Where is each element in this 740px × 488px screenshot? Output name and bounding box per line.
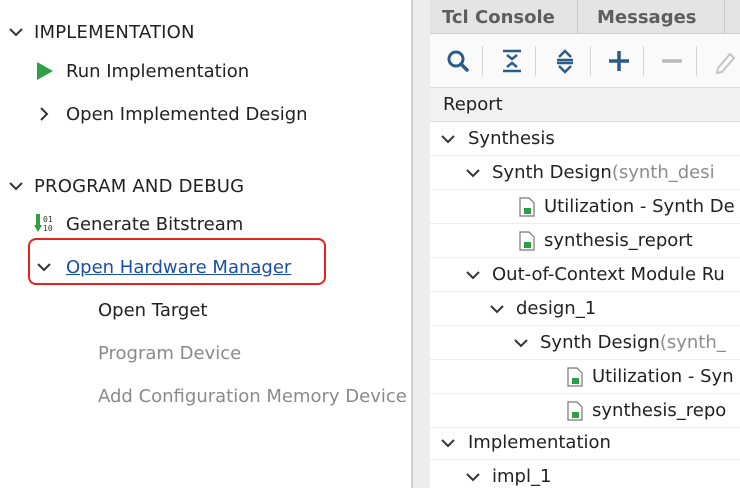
tree-row-synth-design[interactable]: Synth Design (synth_desi <box>430 156 740 190</box>
chevron-down-icon[interactable] <box>34 257 54 277</box>
tree-row-label: synthesis_repo <box>592 400 727 421</box>
toolbar-separator <box>643 46 644 76</box>
tree-row-suffix: (synth_ <box>659 332 726 353</box>
toolbar-separator <box>590 46 591 76</box>
tree-row-synthesis-report-ooc[interactable]: synthesis_repo <box>430 394 740 428</box>
chevron-down-icon[interactable] <box>463 467 483 487</box>
tree-row-label: Synthesis <box>468 128 555 149</box>
run-implementation-item[interactable]: Run Implementation <box>36 55 249 87</box>
collapse-all-icon[interactable] <box>497 46 527 76</box>
report-file-icon <box>567 366 583 387</box>
report-column-header[interactable]: Report <box>430 88 740 122</box>
program-device-item[interactable]: Program Device <box>98 337 241 369</box>
open-target-label: Open Target <box>98 299 208 321</box>
report-file-icon <box>567 400 583 421</box>
chevron-down-icon[interactable] <box>487 299 507 319</box>
tree-row-ooc-module-runs[interactable]: Out-of-Context Module Ru <box>430 258 740 292</box>
add-configuration-memory-device-item[interactable]: Add Configuration Memory Device <box>98 380 407 412</box>
tree-row-label: Utilization - Synth De <box>544 196 735 217</box>
expand-all-icon[interactable] <box>550 46 580 76</box>
tree-row-utilization-ooc[interactable]: Utilization - Syn <box>430 360 740 394</box>
toolbar-separator <box>696 46 697 76</box>
run-implementation-label: Run Implementation <box>66 60 250 82</box>
chevron-down-icon[interactable] <box>438 433 458 453</box>
tab-messages[interactable]: Messages <box>585 0 725 34</box>
tree-row-utilization[interactable]: Utilization - Synth De <box>430 190 740 224</box>
open-hardware-manager-item[interactable]: Open Hardware Manager <box>34 251 291 283</box>
tree-row-synthesis-report[interactable]: synthesis_report <box>430 224 740 258</box>
tree-row-impl-1[interactable]: impl_1 <box>430 460 740 488</box>
report-toolbar <box>430 34 740 88</box>
bitstream-icon: 01 10 <box>34 213 56 235</box>
section-program-and-debug[interactable]: PROGRAM AND DEBUG <box>6 170 244 202</box>
tree-row-label: Out-of-Context Module Ru <box>492 264 725 285</box>
report-file-icon <box>519 196 535 217</box>
tree-row-implementation[interactable]: Implementation <box>430 426 740 460</box>
chevron-down-icon[interactable] <box>438 129 458 149</box>
chevron-down-icon[interactable] <box>463 265 483 285</box>
tree-row-suffix: (synth_desi <box>611 162 715 183</box>
tree-row-synth-design-ooc[interactable]: Synth Design (synth_ <box>430 326 740 360</box>
report-file-icon <box>519 230 535 251</box>
chevron-down-icon[interactable] <box>463 163 483 183</box>
tree-row-label: Synth Design <box>492 162 612 183</box>
chevron-right-icon[interactable] <box>34 104 54 124</box>
tree-row-label: synthesis_report <box>544 230 693 251</box>
open-target-item[interactable]: Open Target <box>98 294 208 326</box>
tree-row-label: Synth Design <box>540 332 660 353</box>
add-configuration-memory-device-label: Add Configuration Memory Device <box>98 385 407 407</box>
generate-bitstream-label: Generate Bitstream <box>66 213 244 235</box>
flow-navigator-panel: IMPLEMENTATION Run Implementation Open I… <box>0 0 411 488</box>
reports-panel: Tcl Console Messages Report Synthesis Sy… <box>430 0 740 488</box>
chevron-down-icon[interactable] <box>511 333 531 353</box>
open-hardware-manager-link[interactable]: Open Hardware Manager <box>66 257 291 278</box>
tab-bar: Tcl Console Messages <box>430 0 740 34</box>
toolbar-separator <box>482 46 483 76</box>
remove-icon[interactable] <box>657 46 687 76</box>
panel-gutter <box>413 0 430 488</box>
search-icon[interactable] <box>443 46 473 76</box>
run-icon <box>36 61 54 81</box>
section-implementation[interactable]: IMPLEMENTATION <box>6 16 195 48</box>
open-implemented-design-item[interactable]: Open Implemented Design <box>34 98 308 130</box>
section-title-implementation: IMPLEMENTATION <box>34 21 195 43</box>
tree-row-synthesis[interactable]: Synthesis <box>430 122 740 156</box>
tree-row-design-1[interactable]: design_1 <box>430 292 740 326</box>
svg-text:01: 01 <box>43 215 53 224</box>
generate-bitstream-item[interactable]: 01 10 Generate Bitstream <box>34 208 243 240</box>
tree-row-label: design_1 <box>516 298 597 319</box>
toolbar-separator <box>535 46 536 76</box>
open-implemented-design-label: Open Implemented Design <box>66 103 308 125</box>
section-title-program-and-debug: PROGRAM AND DEBUG <box>34 175 245 197</box>
chevron-down-icon[interactable] <box>6 22 26 42</box>
tree-row-label: impl_1 <box>492 466 552 487</box>
program-device-label: Program Device <box>98 342 242 364</box>
tab-tcl-console[interactable]: Tcl Console <box>430 0 578 34</box>
edit-icon[interactable] <box>710 46 740 76</box>
tree-row-label: Utilization - Syn <box>592 366 734 387</box>
add-icon[interactable] <box>604 46 634 76</box>
svg-text:10: 10 <box>43 224 53 233</box>
tree-row-label: Implementation <box>468 432 611 453</box>
chevron-down-icon[interactable] <box>6 176 26 196</box>
